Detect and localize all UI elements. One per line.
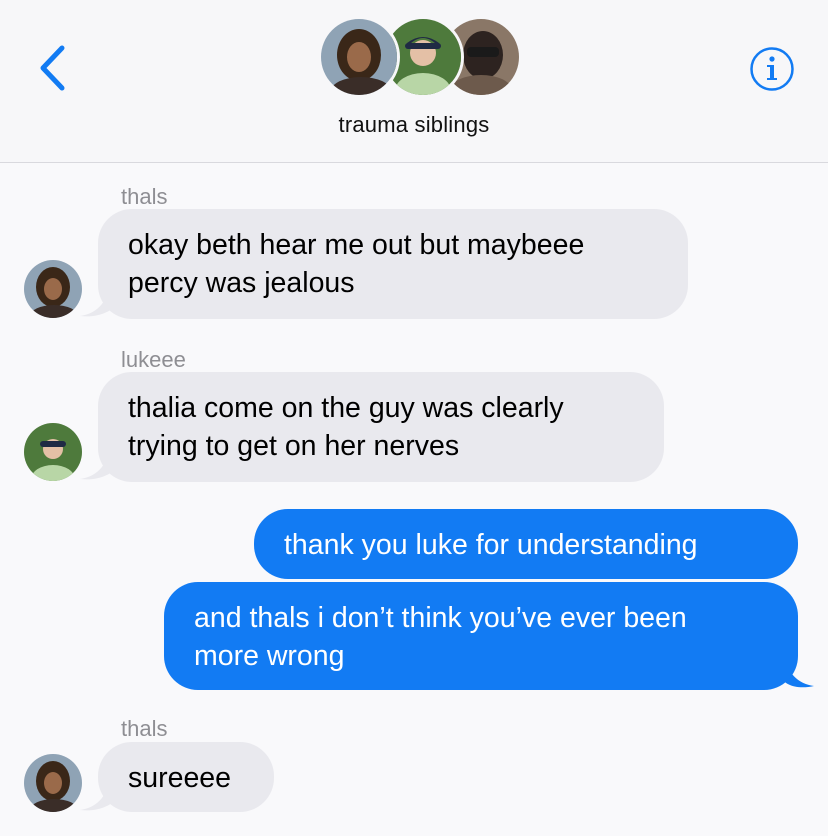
info-circle-icon: [750, 47, 794, 91]
sender-avatar[interactable]: [24, 260, 82, 318]
info-button[interactable]: [749, 46, 795, 92]
message-text: more wrong: [194, 640, 345, 672]
chevron-left-icon: [40, 45, 65, 91]
message-text: and thals i don’t think you’ve ever been: [194, 602, 687, 634]
conversation-header: trauma siblings: [0, 0, 828, 163]
message-bubble[interactable]: sureeee: [98, 742, 274, 812]
message-text: thank you luke for understanding: [284, 529, 698, 561]
message-text: sureeee: [128, 762, 231, 794]
sender-name: lukeee: [121, 347, 186, 372]
sender-name: thals: [121, 716, 168, 741]
message-text: trying to get on her nerves: [128, 430, 460, 462]
message-bubble[interactable]: okay beth hear me out but maybeee percy …: [98, 209, 688, 319]
group-name[interactable]: trauma siblings: [0, 112, 828, 138]
back-button[interactable]: [30, 42, 74, 94]
message-bubble[interactable]: thalia come on the guy was clearly tryin…: [98, 372, 664, 482]
sender-name: thals: [121, 184, 168, 209]
message-text: okay beth hear me out but maybeee: [128, 229, 585, 261]
group-avatars[interactable]: [318, 16, 522, 98]
sender-avatar[interactable]: [24, 754, 82, 812]
message-text: percy was jealous: [128, 267, 355, 299]
message-bubble[interactable]: thank you luke for understanding: [254, 509, 798, 579]
message-text: thalia come on the guy was clearly: [128, 392, 564, 424]
avatar: [318, 16, 400, 98]
message-bubble[interactable]: and thals i don’t think you’ve ever been…: [164, 582, 798, 690]
sender-avatar[interactable]: [24, 423, 82, 481]
